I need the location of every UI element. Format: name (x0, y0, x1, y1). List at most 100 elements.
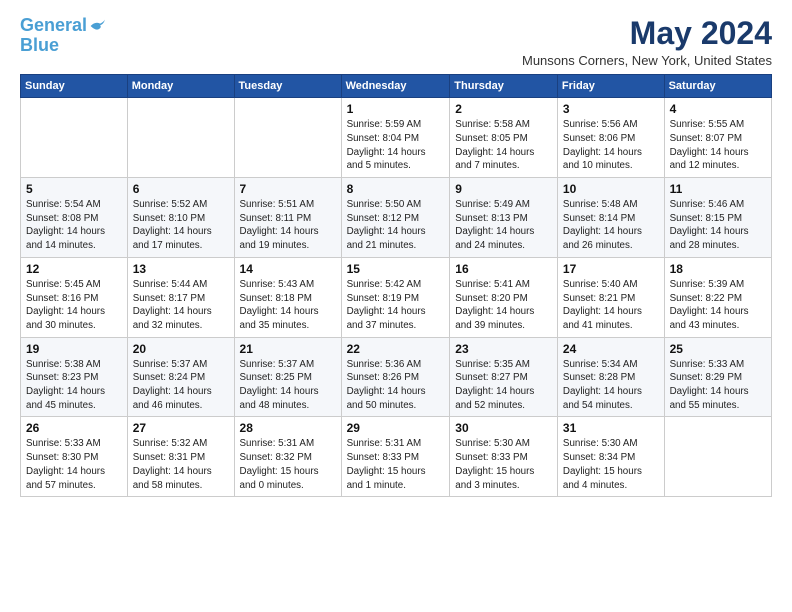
day-info: Sunrise: 5:59 AM Sunset: 8:04 PM Dayligh… (347, 118, 445, 173)
logo: General Blue (20, 16, 105, 56)
calendar-cell: 30 Sunrise: 5:30 AM Sunset: 8:33 PM Dayli… (450, 417, 558, 497)
day-number: 16 (455, 262, 552, 276)
calendar-cell: 26Sunrise: 5:33 AM Sunset: 8:30 PM Dayli… (21, 417, 128, 497)
day-number: 24 (563, 342, 659, 356)
calendar-cell (21, 98, 128, 178)
day-number: 3 (563, 102, 659, 116)
calendar-cell (664, 417, 771, 497)
logo-general: General (20, 15, 87, 35)
day-info: Sunrise: 5:49 AM Sunset: 8:13 PM Dayligh… (455, 198, 552, 253)
day-info: Sunrise: 5:58 AM Sunset: 8:05 PM Dayligh… (455, 118, 552, 173)
day-info: Sunrise: 5:37 AM Sunset: 8:24 PM Dayligh… (133, 358, 229, 413)
calendar-cell: 3 Sunrise: 5:56 AM Sunset: 8:06 PM Daylig… (557, 98, 664, 178)
day-number: 4 (670, 102, 766, 116)
day-info: Sunrise: 5:30 AM Sunset: 8:34 PM Dayligh… (563, 437, 659, 492)
day-info: Sunrise: 5:36 AM Sunset: 8:26 PM Dayligh… (347, 358, 445, 413)
day-info: Sunrise: 5:50 AM Sunset: 8:12 PM Dayligh… (347, 198, 445, 253)
week-row-2: 5 Sunrise: 5:54 AM Sunset: 8:08 PM Daylig… (21, 178, 772, 258)
calendar-cell: 21Sunrise: 5:37 AM Sunset: 8:25 PM Dayli… (234, 337, 341, 417)
calendar-cell: 8Sunrise: 5:50 AM Sunset: 8:12 PM Daylig… (341, 178, 450, 258)
day-info: Sunrise: 5:31 AM Sunset: 8:33 PM Dayligh… (347, 437, 445, 492)
title-block: May 2024 Munsons Corners, New York, Unit… (522, 16, 772, 68)
calendar-cell: 15 Sunrise: 5:42 AM Sunset: 8:19 PM Dayli… (341, 257, 450, 337)
logo-text: General (20, 16, 87, 36)
calendar-cell (127, 98, 234, 178)
week-row-3: 12 Sunrise: 5:45 AM Sunset: 8:16 PM Dayli… (21, 257, 772, 337)
page-header: General Blue May 2024 Munsons Corners, N… (20, 16, 772, 68)
header-sunday: Sunday (21, 75, 128, 98)
day-info: Sunrise: 5:45 AM Sunset: 8:16 PM Dayligh… (26, 278, 122, 333)
week-row-4: 19 Sunrise: 5:38 AM Sunset: 8:23 PM Dayli… (21, 337, 772, 417)
calendar-cell: 2 Sunrise: 5:58 AM Sunset: 8:05 PM Daylig… (450, 98, 558, 178)
day-info: Sunrise: 5:42 AM Sunset: 8:19 PM Dayligh… (347, 278, 445, 333)
logo-bird-icon (89, 19, 105, 33)
day-number: 18 (670, 262, 766, 276)
day-number: 5 (26, 182, 122, 196)
day-number: 7 (240, 182, 336, 196)
calendar-cell: 7 Sunrise: 5:51 AM Sunset: 8:11 PM Daylig… (234, 178, 341, 258)
day-number: 22 (347, 342, 445, 356)
calendar-cell (234, 98, 341, 178)
day-number: 1 (347, 102, 445, 116)
day-number: 12 (26, 262, 122, 276)
day-number: 11 (670, 182, 766, 196)
calendar-cell: 20 Sunrise: 5:37 AM Sunset: 8:24 PM Dayli… (127, 337, 234, 417)
location-text: Munsons Corners, New York, United States (522, 53, 772, 68)
day-number: 20 (133, 342, 229, 356)
day-number: 19 (26, 342, 122, 356)
calendar-cell: 24 Sunrise: 5:34 AM Sunset: 8:28 PM Dayli… (557, 337, 664, 417)
day-number: 28 (240, 421, 336, 435)
day-info: Sunrise: 5:31 AM Sunset: 8:32 PM Dayligh… (240, 437, 336, 492)
day-info: Sunrise: 5:41 AM Sunset: 8:20 PM Dayligh… (455, 278, 552, 333)
day-info: Sunrise: 5:46 AM Sunset: 8:15 PM Dayligh… (670, 198, 766, 253)
calendar-cell: 4 Sunrise: 5:55 AM Sunset: 8:07 PM Daylig… (664, 98, 771, 178)
day-info: Sunrise: 5:52 AM Sunset: 8:10 PM Dayligh… (133, 198, 229, 253)
week-row-5: 26Sunrise: 5:33 AM Sunset: 8:30 PM Dayli… (21, 417, 772, 497)
calendar-cell: 19 Sunrise: 5:38 AM Sunset: 8:23 PM Dayli… (21, 337, 128, 417)
header-tuesday: Tuesday (234, 75, 341, 98)
day-number: 2 (455, 102, 552, 116)
calendar-cell: 9 Sunrise: 5:49 AM Sunset: 8:13 PM Daylig… (450, 178, 558, 258)
day-number: 23 (455, 342, 552, 356)
calendar-cell: 13 Sunrise: 5:44 AM Sunset: 8:17 PM Dayli… (127, 257, 234, 337)
day-number: 10 (563, 182, 659, 196)
day-info: Sunrise: 5:51 AM Sunset: 8:11 PM Dayligh… (240, 198, 336, 253)
day-info: Sunrise: 5:40 AM Sunset: 8:21 PM Dayligh… (563, 278, 659, 333)
day-number: 6 (133, 182, 229, 196)
day-number: 9 (455, 182, 552, 196)
calendar-cell: 10 Sunrise: 5:48 AM Sunset: 8:14 PM Dayli… (557, 178, 664, 258)
day-number: 25 (670, 342, 766, 356)
calendar-cell: 23Sunrise: 5:35 AM Sunset: 8:27 PM Dayli… (450, 337, 558, 417)
day-number: 30 (455, 421, 552, 435)
day-info: Sunrise: 5:44 AM Sunset: 8:17 PM Dayligh… (133, 278, 229, 333)
calendar-cell: 12 Sunrise: 5:45 AM Sunset: 8:16 PM Dayli… (21, 257, 128, 337)
day-info: Sunrise: 5:48 AM Sunset: 8:14 PM Dayligh… (563, 198, 659, 253)
day-info: Sunrise: 5:37 AM Sunset: 8:25 PM Dayligh… (240, 358, 336, 413)
day-info: Sunrise: 5:56 AM Sunset: 8:06 PM Dayligh… (563, 118, 659, 173)
day-info: Sunrise: 5:30 AM Sunset: 8:33 PM Dayligh… (455, 437, 552, 492)
day-info: Sunrise: 5:55 AM Sunset: 8:07 PM Dayligh… (670, 118, 766, 173)
day-number: 26 (26, 421, 122, 435)
calendar-cell: 25 Sunrise: 5:33 AM Sunset: 8:29 PM Dayli… (664, 337, 771, 417)
header-row: Sunday Monday Tuesday Wednesday Thursday… (21, 75, 772, 98)
day-number: 27 (133, 421, 229, 435)
day-info: Sunrise: 5:54 AM Sunset: 8:08 PM Dayligh… (26, 198, 122, 253)
day-number: 29 (347, 421, 445, 435)
month-title: May 2024 (522, 16, 772, 51)
calendar-cell: 28 Sunrise: 5:31 AM Sunset: 8:32 PM Dayli… (234, 417, 341, 497)
day-number: 13 (133, 262, 229, 276)
calendar-cell: 17Sunrise: 5:40 AM Sunset: 8:21 PM Dayli… (557, 257, 664, 337)
calendar-cell: 31Sunrise: 5:30 AM Sunset: 8:34 PM Dayli… (557, 417, 664, 497)
logo-blue: Blue (20, 36, 59, 56)
day-info: Sunrise: 5:33 AM Sunset: 8:29 PM Dayligh… (670, 358, 766, 413)
calendar-cell: 22 Sunrise: 5:36 AM Sunset: 8:26 PM Dayli… (341, 337, 450, 417)
day-number: 15 (347, 262, 445, 276)
calendar-cell: 5 Sunrise: 5:54 AM Sunset: 8:08 PM Daylig… (21, 178, 128, 258)
day-info: Sunrise: 5:34 AM Sunset: 8:28 PM Dayligh… (563, 358, 659, 413)
header-friday: Friday (557, 75, 664, 98)
day-info: Sunrise: 5:43 AM Sunset: 8:18 PM Dayligh… (240, 278, 336, 333)
calendar-cell: 1 Sunrise: 5:59 AM Sunset: 8:04 PM Daylig… (341, 98, 450, 178)
day-info: Sunrise: 5:38 AM Sunset: 8:23 PM Dayligh… (26, 358, 122, 413)
calendar-cell: 16 Sunrise: 5:41 AM Sunset: 8:20 PM Dayli… (450, 257, 558, 337)
day-number: 14 (240, 262, 336, 276)
